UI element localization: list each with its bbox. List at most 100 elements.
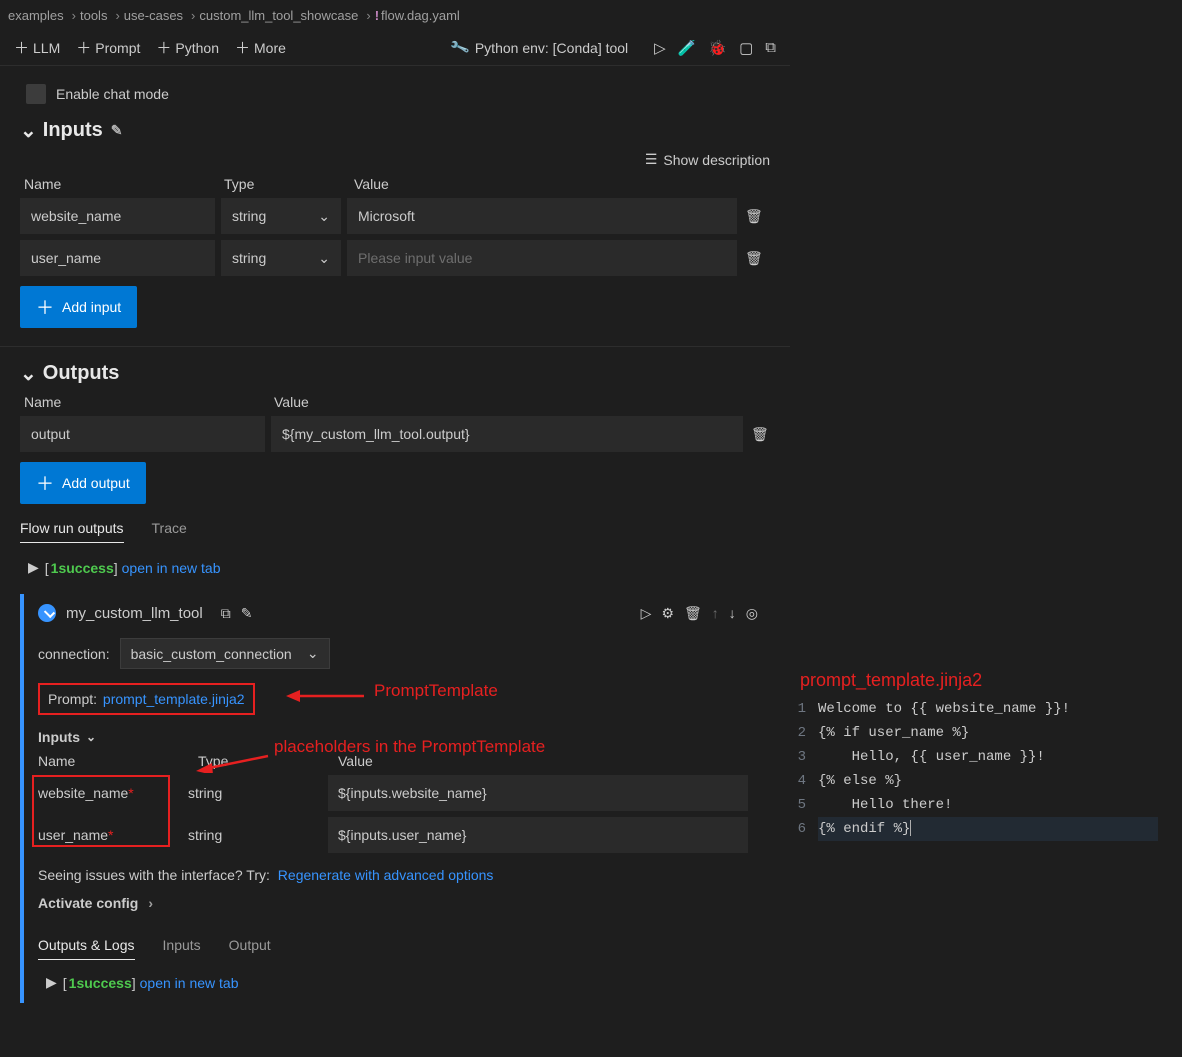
prompt-box[interactable]: Prompt: prompt_template.jinja2 — [38, 683, 255, 715]
breadcrumb-item[interactable]: use-cases — [124, 8, 183, 23]
outputs-title: Outputs — [43, 362, 120, 385]
input-value-field[interactable]: Please input value — [347, 240, 737, 276]
bang-icon: ! — [375, 8, 379, 23]
target-icon[interactable]: ◎ — [746, 605, 758, 622]
input-type-select[interactable]: string⌄ — [221, 240, 341, 276]
chevron-right-icon: › — [72, 8, 76, 23]
col-type-header: Type — [224, 176, 354, 192]
col-name-header: Name — [24, 176, 224, 192]
add-more-button[interactable]: ＋More — [235, 37, 286, 58]
add-output-button[interactable]: ＋ Add output — [20, 462, 146, 504]
chevron-down-icon: ⌄ — [318, 208, 330, 225]
col-name-header: Name — [38, 753, 198, 769]
annotation-placeholders: placeholders in the PromptTemplate — [274, 737, 545, 757]
chevron-down-icon: ⌄ — [307, 645, 319, 662]
label: More — [254, 40, 286, 56]
play-icon[interactable]: ▷ — [654, 39, 666, 57]
plus-icon: ＋ — [36, 470, 54, 496]
input-name-field[interactable]: website_name — [20, 198, 215, 234]
tab-outputs-logs[interactable]: Outputs & Logs — [38, 937, 135, 960]
node-input-type: string — [188, 827, 328, 843]
input-name-field[interactable]: user_name — [20, 240, 215, 276]
input-type-select[interactable]: string⌄ — [221, 198, 341, 234]
arrow-annotation — [286, 689, 366, 703]
code-editor[interactable]: 1Welcome to {{ website_name }}! 2{% if u… — [790, 697, 1182, 841]
breadcrumb: examples › tools › use-cases › custom_ll… — [0, 0, 790, 30]
chevron-down-icon[interactable]: ⌄ — [20, 118, 37, 143]
triangle-right-icon[interactable]: ▶ — [28, 559, 39, 576]
enable-chat-checkbox[interactable] — [26, 84, 46, 104]
tool-icon — [38, 604, 56, 622]
run-status: success — [58, 560, 113, 576]
tab-inputs[interactable]: Inputs — [163, 937, 201, 960]
prompt-file-link[interactable]: prompt_template.jinja2 — [103, 691, 245, 707]
open-new-tab-link[interactable]: open in new tab — [122, 560, 221, 576]
node-input-value-field[interactable]: ${inputs.website_name} — [328, 775, 748, 811]
plus-icon: ＋ — [36, 294, 54, 320]
chevron-down-icon: ⌄ — [318, 250, 330, 267]
copy-icon[interactable]: ⧉ — [221, 605, 231, 622]
chevron-right-icon: › — [191, 8, 195, 23]
node-input-value-field[interactable]: ${inputs.user_name} — [328, 817, 748, 853]
chevron-right-icon: › — [115, 8, 119, 23]
wrench-icon: 🔧 — [449, 37, 471, 59]
col-value-header: Value — [354, 176, 770, 192]
debug-icon[interactable]: 🐞 — [708, 39, 727, 57]
node-input-type: string — [188, 785, 328, 801]
menu-icon[interactable]: ☰ — [645, 151, 658, 168]
tab-flow-run-outputs[interactable]: Flow run outputs — [20, 520, 124, 543]
arrow-down-icon[interactable]: ↓ — [729, 605, 736, 621]
tab-output[interactable]: Output — [229, 937, 271, 960]
chevron-right-icon: › — [148, 895, 153, 911]
breadcrumb-item[interactable]: examples — [8, 8, 64, 23]
arrow-up-icon[interactable]: ↑ — [712, 605, 719, 621]
connection-select[interactable]: basic_custom_connection ⌄ — [120, 638, 330, 669]
issue-text: Seeing issues with the interface? Try: — [38, 867, 274, 883]
layout-icon[interactable]: ▢ — [739, 39, 753, 57]
regenerate-link[interactable]: Regenerate with advanced options — [278, 867, 494, 883]
inputs-title: Inputs — [43, 119, 103, 142]
add-input-button[interactable]: ＋ Add input — [20, 286, 137, 328]
activate-config-toggle[interactable]: Activate config › — [38, 895, 758, 911]
external-link-icon[interactable]: ⧉ — [765, 39, 776, 56]
edit-icon[interactable]: ✎ — [111, 122, 123, 139]
run-status: success — [76, 975, 131, 991]
add-llm-button[interactable]: ＋LLM — [14, 37, 60, 58]
triangle-right-icon[interactable]: ▶ — [46, 974, 57, 991]
col-name-header: Name — [24, 394, 274, 410]
col-value-header: Value — [274, 394, 770, 410]
annotation-prompt-template: PromptTemplate — [374, 681, 498, 701]
trash-icon[interactable]: 🗑 — [745, 250, 763, 267]
run-count: 1 — [69, 975, 77, 991]
add-prompt-button[interactable]: ＋Prompt — [76, 37, 140, 58]
breadcrumb-item[interactable]: custom_llm_tool_showcase — [199, 8, 358, 23]
chevron-down-icon[interactable]: ⌄ — [20, 361, 37, 386]
output-name-field[interactable]: output — [20, 416, 265, 452]
label: LLM — [33, 40, 60, 56]
prompt-label: Prompt: — [48, 691, 97, 707]
label: Python — [175, 40, 219, 56]
editor-title: prompt_template.jinja2 — [800, 670, 1182, 691]
trash-icon[interactable]: 🗑 — [684, 605, 702, 622]
add-input-label: Add input — [62, 299, 121, 315]
open-new-tab-link[interactable]: open in new tab — [140, 975, 239, 991]
trash-icon[interactable]: 🗑 — [745, 208, 763, 225]
output-value-field[interactable]: ${my_custom_llm_tool.output} — [271, 416, 743, 452]
annotation-box — [32, 775, 170, 847]
enable-chat-label: Enable chat mode — [56, 86, 169, 102]
tab-trace[interactable]: Trace — [152, 520, 187, 543]
show-description-toggle[interactable]: Show description — [663, 152, 770, 168]
trash-icon[interactable]: 🗑 — [751, 426, 769, 443]
connection-label: connection: — [38, 646, 110, 662]
chevron-right-icon: › — [366, 8, 370, 23]
add-python-button[interactable]: ＋Python — [156, 37, 219, 58]
edit-icon[interactable]: ✎ — [241, 605, 253, 622]
input-value-field[interactable]: Microsoft — [347, 198, 737, 234]
play-icon[interactable]: ▷ — [641, 605, 652, 622]
chevron-down-icon: ⌄ — [86, 730, 96, 744]
settings-icon[interactable]: ⚙ — [661, 605, 674, 622]
test-icon[interactable]: 🧪 — [678, 39, 697, 57]
breadcrumb-file[interactable]: flow.dag.yaml — [381, 8, 460, 23]
breadcrumb-item[interactable]: tools — [80, 8, 107, 23]
python-env-button[interactable]: 🔧Python env: [Conda] tool — [451, 39, 628, 56]
